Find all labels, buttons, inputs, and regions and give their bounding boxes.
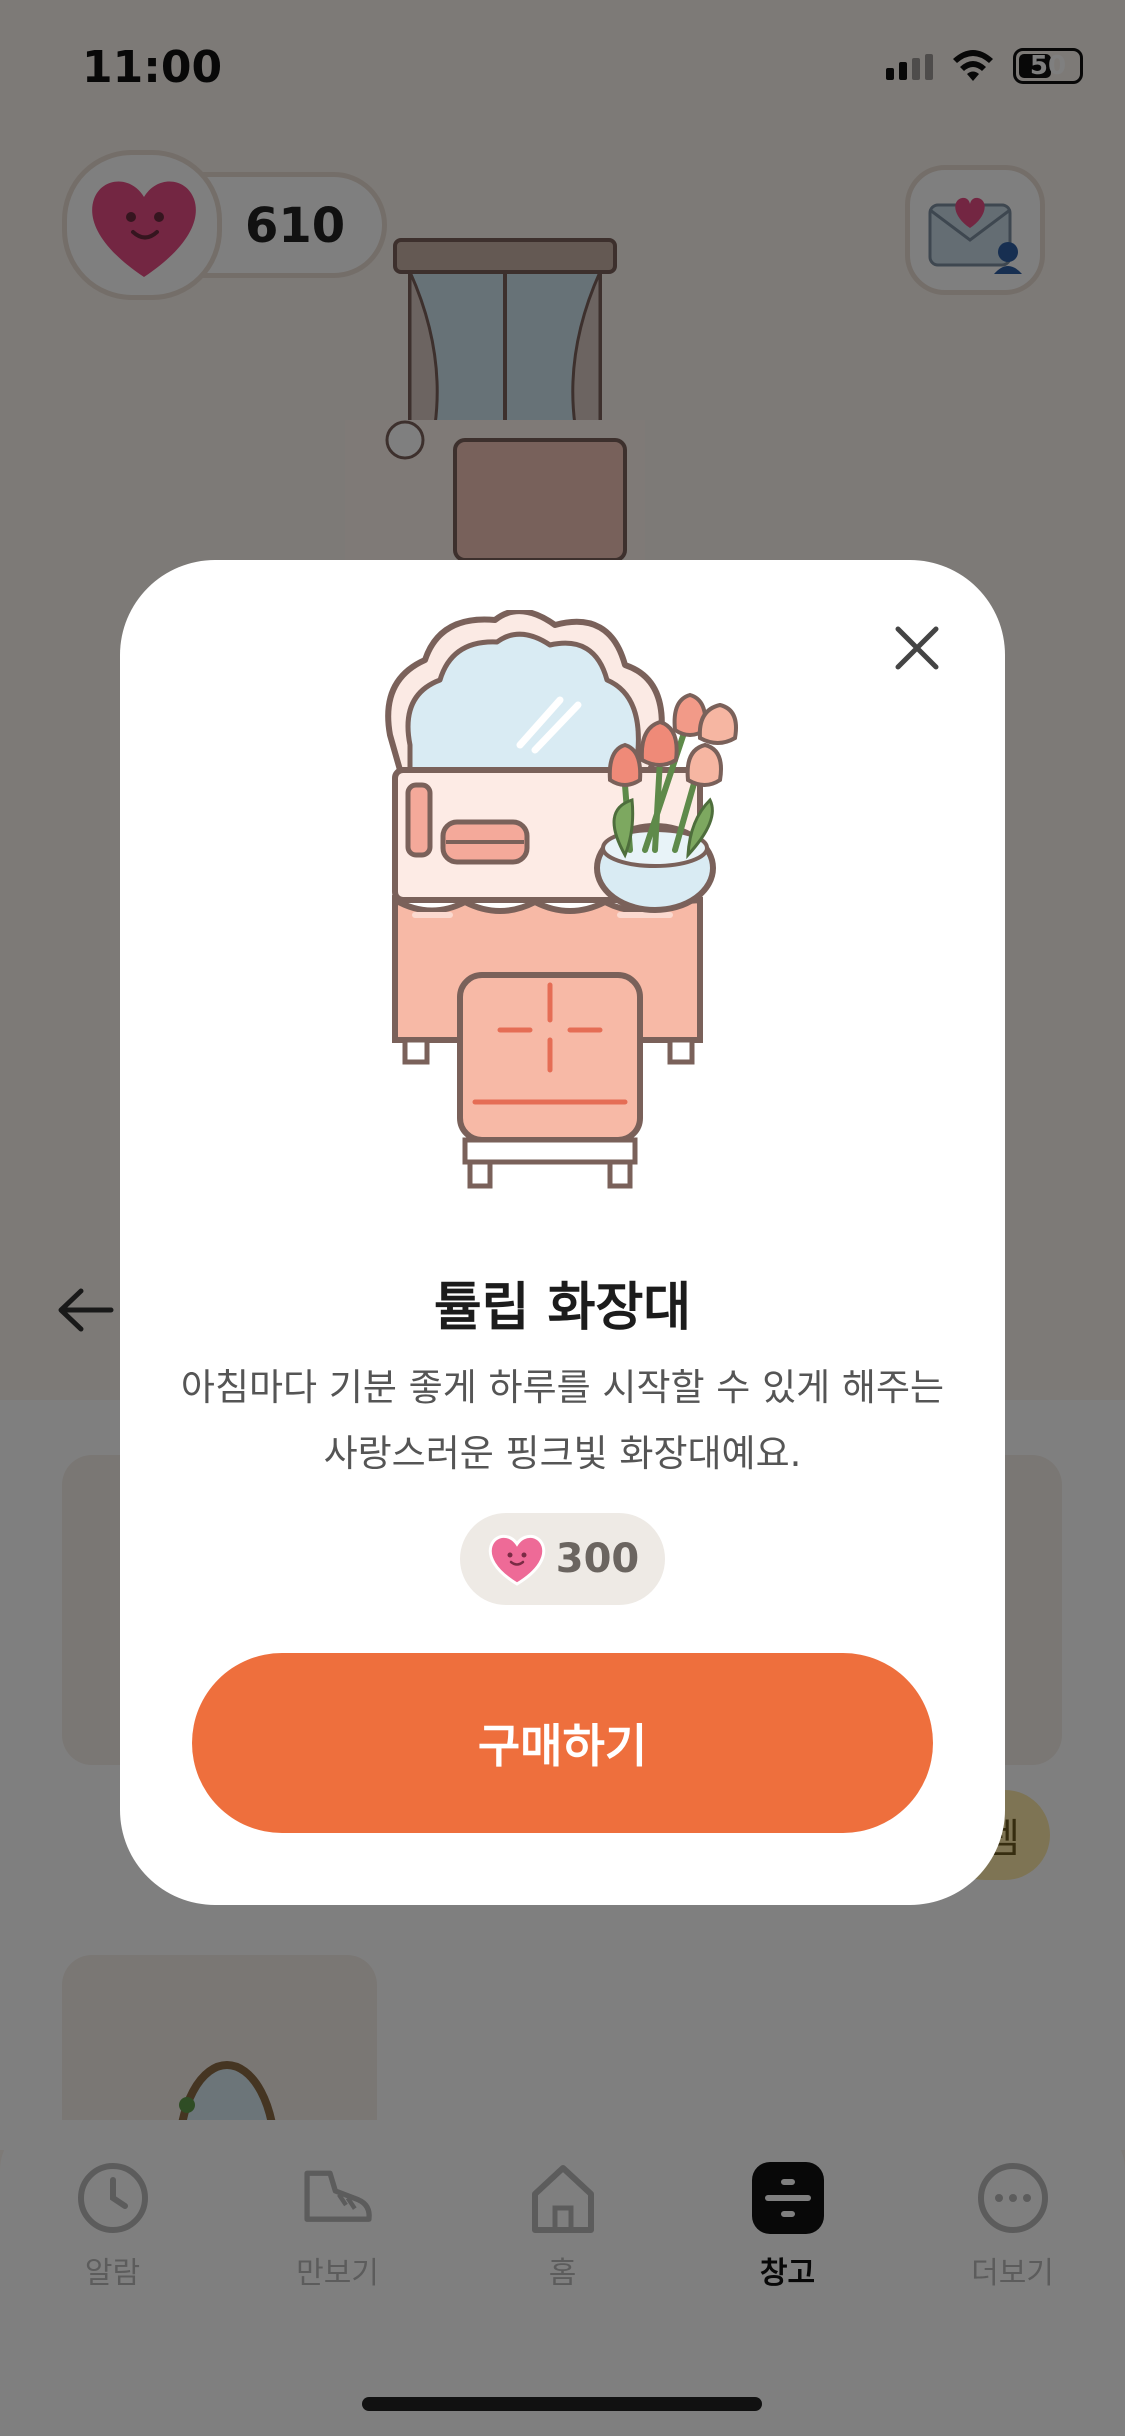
heart-coin-icon bbox=[488, 1534, 545, 1586]
tulip-dresser-illustration bbox=[385, 610, 738, 1189]
item-description: 아침마다 기분 좋게 하루를 시작할 수 있게 해주는 사랑스러운 핑크빛 화장… bbox=[180, 1366, 945, 1475]
close-icon bbox=[895, 626, 939, 670]
home-indicator[interactable] bbox=[362, 2397, 762, 2411]
buy-button[interactable]: 구매하기 bbox=[192, 1653, 933, 1833]
price-value: 300 bbox=[555, 1536, 640, 1582]
item-purchase-modal: 튤립 화장대 아침마다 기분 좋게 하루를 시작할 수 있게 해주는 사랑스러운… bbox=[120, 560, 1005, 1905]
item-title: 튤립 화장대 bbox=[433, 1278, 692, 1338]
close-button[interactable] bbox=[884, 615, 950, 681]
price-badge: 300 bbox=[460, 1513, 665, 1605]
